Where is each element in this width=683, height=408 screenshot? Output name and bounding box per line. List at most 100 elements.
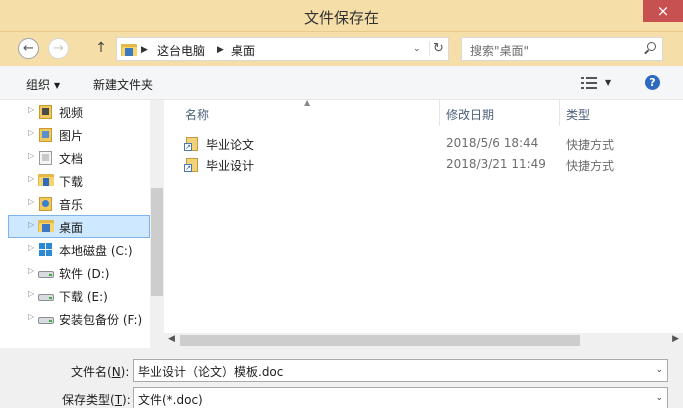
file-row[interactable]: ↗ 毕业设计 2018/3/21 11:49 快捷方式 — [164, 155, 683, 175]
address-history-dropdown[interactable]: ⌄ — [413, 44, 421, 54]
filename-label: 文件名(N): — [71, 363, 129, 380]
address-bar-row: ← → ↑ ▶ 这台电脑 ▶ 桌面 ⌄ ↻ 搜索"桌面" — [0, 32, 683, 66]
nav-item-downloads[interactable]: ▷ 下载 — [8, 169, 150, 192]
nav-item-label: 安装包备份 (F:) — [59, 313, 143, 327]
nav-item-desktop[interactable]: ▷ 桌面 — [8, 215, 150, 238]
shortcut-icon: ↗ — [184, 137, 199, 152]
filename-field[interactable]: 毕业设计（论文）模板.doc ⌄ — [133, 359, 668, 382]
nav-item-label: 下载 — [59, 175, 84, 189]
expand-arrow-icon[interactable]: ▷ — [28, 128, 34, 137]
nav-item-drive-e[interactable]: ▷ 下载 (E:) — [8, 284, 150, 307]
view-options-icon[interactable] — [581, 77, 597, 89]
downloads-icon — [38, 173, 54, 188]
desktop-icon — [38, 219, 54, 234]
up-button[interactable]: ↑ — [94, 40, 108, 56]
library-music-icon — [38, 196, 54, 211]
close-button[interactable]: × — [643, 0, 683, 22]
file-modified: 2018/3/21 11:49 — [446, 157, 546, 171]
expand-arrow-icon[interactable]: ▷ — [28, 105, 34, 114]
file-type: 快捷方式 — [566, 138, 615, 152]
forward-button[interactable]: → — [48, 38, 69, 59]
crumb-separator-icon: ▶ — [141, 45, 148, 55]
navigation-pane: ▷ 视频 ▷ 图片 ▷ 文档 ▷ 下载 ▷ 音乐 ▷ 桌面 ▷ 本地磁盘 (C:… — [0, 100, 150, 348]
expand-arrow-icon[interactable]: ▷ — [28, 197, 34, 206]
windows-drive-icon — [38, 242, 54, 257]
help-icon[interactable]: ? — [645, 75, 660, 90]
nav-item-label: 视频 — [59, 106, 84, 120]
search-icon[interactable] — [644, 42, 656, 55]
file-modified: 2018/5/6 18:44 — [446, 136, 539, 150]
nav-item-label: 桌面 — [59, 221, 84, 235]
filetype-label: 保存类型(T): — [62, 391, 131, 408]
column-header-modified[interactable]: 修改日期 — [446, 106, 494, 123]
drive-icon — [38, 265, 54, 280]
breadcrumb-desktop[interactable]: 桌面 — [231, 42, 255, 59]
title-bar: 文件保存在 × — [0, 0, 683, 32]
library-documents-icon — [38, 150, 54, 165]
filetype-value: 文件(*.doc) — [138, 393, 203, 407]
crumb-separator-icon: ▶ — [217, 45, 224, 55]
view-dropdown-icon[interactable]: ▼ — [605, 78, 611, 87]
filename-value: 毕业设计（论文）模板.doc — [138, 365, 284, 379]
nav-item-videos[interactable]: ▷ 视频 — [8, 100, 150, 123]
drive-icon — [38, 288, 54, 303]
chevron-down-icon[interactable]: ⌄ — [655, 393, 663, 403]
organize-button[interactable]: 组织 ▼ — [26, 76, 60, 93]
scroll-right-icon[interactable]: ▶ — [672, 334, 679, 344]
column-header-name[interactable]: 名称 — [185, 106, 209, 123]
nav-item-drive-f[interactable]: ▷ 安装包备份 (F:) — [8, 307, 150, 330]
column-header-type[interactable]: 类型 — [566, 106, 590, 123]
window-title: 文件保存在 — [303, 9, 379, 27]
expand-arrow-icon[interactable]: ▷ — [28, 174, 34, 183]
address-box[interactable]: ▶ 这台电脑 ▶ 桌面 ⌄ ↻ — [116, 37, 449, 61]
nav-item-label: 下载 (E:) — [59, 290, 108, 304]
column-divider[interactable] — [559, 100, 560, 126]
new-folder-button[interactable]: 新建文件夹 — [93, 76, 153, 93]
expand-arrow-icon[interactable]: ▷ — [28, 312, 34, 321]
file-name: 毕业论文 — [206, 138, 255, 152]
drive-icon — [38, 311, 54, 326]
desktop-folder-icon — [121, 43, 137, 56]
file-list-horizontal-scrollbar[interactable]: ◀ ▶ — [164, 333, 683, 348]
nav-item-label: 本地磁盘 (C:) — [59, 244, 133, 258]
nav-item-label: 图片 — [59, 129, 84, 143]
scrollbar-thumb[interactable] — [151, 188, 163, 296]
nav-item-documents[interactable]: ▷ 文档 — [8, 146, 150, 169]
file-row[interactable]: ↗ 毕业论文 2018/5/6 18:44 快捷方式 — [164, 134, 683, 154]
nav-item-music[interactable]: ▷ 音乐 — [8, 192, 150, 215]
search-input[interactable]: 搜索"桌面" — [461, 37, 663, 61]
nav-item-label: 软件 (D:) — [59, 267, 110, 281]
refresh-icon[interactable]: ↻ — [429, 41, 447, 56]
nav-item-label: 文档 — [59, 152, 84, 166]
filename-label-text: 文件名( — [71, 365, 112, 379]
column-divider[interactable] — [439, 100, 440, 126]
back-button[interactable]: ← — [18, 38, 39, 59]
organize-label: 组织 — [26, 78, 51, 92]
chevron-down-icon: ▼ — [54, 81, 61, 90]
expand-arrow-icon[interactable]: ▷ — [28, 243, 34, 252]
scrollbar-thumb[interactable] — [180, 335, 580, 346]
nav-item-drive-c[interactable]: ▷ 本地磁盘 (C:) — [8, 238, 150, 261]
expand-arrow-icon[interactable]: ▷ — [28, 289, 34, 298]
expand-arrow-icon[interactable]: ▷ — [28, 266, 34, 275]
sort-ascending-icon: ▲ — [304, 98, 311, 107]
expand-arrow-icon[interactable]: ▷ — [28, 151, 34, 160]
save-form: 文件名(N): 毕业设计（论文）模板.doc ⌄ 保存类型(T): 文件(*.d… — [0, 348, 683, 408]
search-placeholder: 搜索"桌面" — [470, 44, 530, 58]
filetype-label-text: 保存类型( — [62, 393, 115, 407]
filename-label-accesskey: N — [111, 365, 121, 379]
chevron-down-icon[interactable]: ⌄ — [655, 365, 663, 375]
scroll-left-icon[interactable]: ◀ — [168, 334, 175, 344]
filetype-select[interactable]: 文件(*.doc) ⌄ — [133, 387, 668, 408]
library-video-icon — [38, 104, 54, 119]
filetype-label-suffix: ): — [122, 393, 131, 407]
shortcut-icon: ↗ — [184, 158, 199, 173]
nav-item-drive-d[interactable]: ▷ 软件 (D:) — [8, 261, 150, 284]
filename-label-suffix: ): — [120, 365, 130, 379]
filetype-label-accesskey: T — [114, 393, 123, 407]
expand-arrow-icon[interactable]: ▷ — [28, 220, 34, 229]
breadcrumb-this-pc[interactable]: 这台电脑 — [157, 42, 205, 59]
nav-item-pictures[interactable]: ▷ 图片 — [8, 123, 150, 146]
nav-pane-scrollbar[interactable] — [150, 100, 164, 348]
library-pictures-icon — [38, 127, 54, 142]
